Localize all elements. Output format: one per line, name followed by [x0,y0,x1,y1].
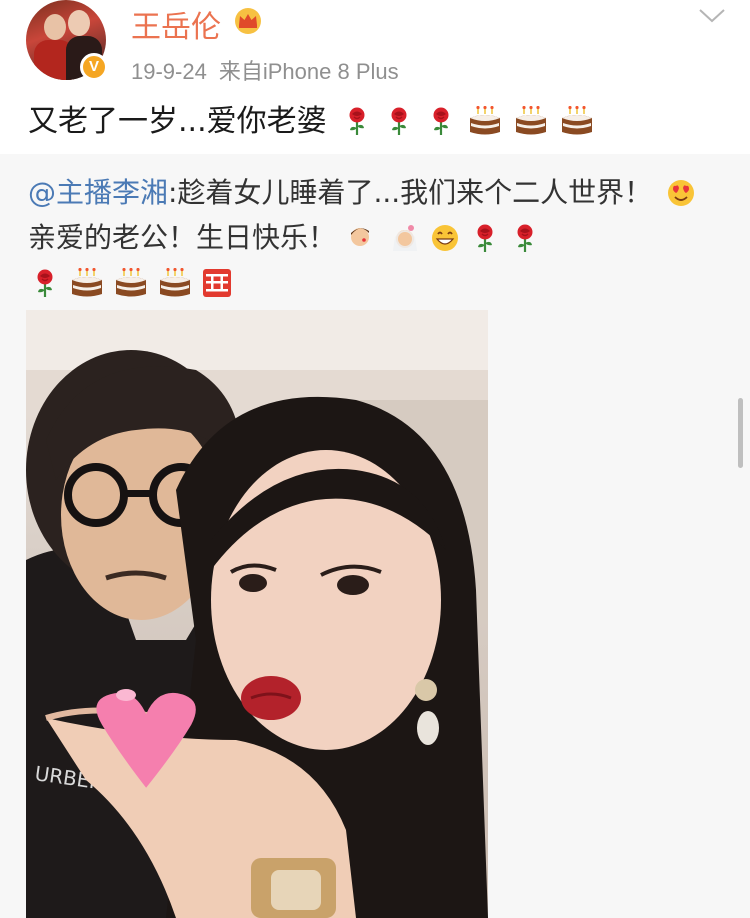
post-body: 又老了一岁...爱你老婆 [28,96,600,140]
repost-text: @主播李湘:趁着女儿睡着了...我们来个二人世界！ 亲爱的老公！生日快乐！ [28,170,728,305]
cake-icon [114,268,148,298]
post-date: 19-9-24 [131,59,207,84]
rose-icon [384,106,414,136]
grin-icon [431,225,458,251]
repost-text-part1: :趁着女儿睡着了...我们来个二人世界！ [168,176,653,209]
verified-badge-icon: V [80,53,108,81]
kiss-couple-icon [350,228,369,246]
cake-icon [70,268,104,298]
scrollbar[interactable] [738,398,743,468]
post-meta: 19-9-24 来自iPhone 8 Plus [131,54,399,86]
bride-icon [392,225,417,251]
repost-text-part2: 亲爱的老公！生日快乐！ [28,221,337,254]
double-happiness-icon [203,269,231,297]
repost-card[interactable]: @主播李湘:趁着女儿睡着了...我们来个二人世界！ 亲爱的老公！生日快乐！ UR… [0,154,750,918]
selfie-photo: URBERRY [26,310,488,918]
cake-icon [514,106,548,136]
source-prefix: 来自 [218,59,263,84]
rose-icon [426,106,456,136]
heart-eyes-icon [668,180,695,206]
rose-icon [510,223,540,253]
cake-icon [560,106,594,136]
post-text: 又老了一岁...爱你老婆 [28,104,327,139]
source-device[interactable]: iPhone 8 Plus [263,59,399,84]
crown-icon [235,8,261,34]
cake-icon [158,268,192,298]
rose-icon [342,106,372,136]
rose-icon [30,268,60,298]
mention-link[interactable]: @主播李湘 [28,176,168,209]
rose-icon [470,223,500,253]
chevron-down-icon[interactable] [698,6,726,26]
cake-icon [468,106,502,136]
author-name[interactable]: 王岳伦 [131,2,221,46]
post-header: V 王岳伦 19-9-24 来自iPhone 8 Plus [0,0,750,90]
post-photo[interactable]: URBERRY [26,310,488,918]
